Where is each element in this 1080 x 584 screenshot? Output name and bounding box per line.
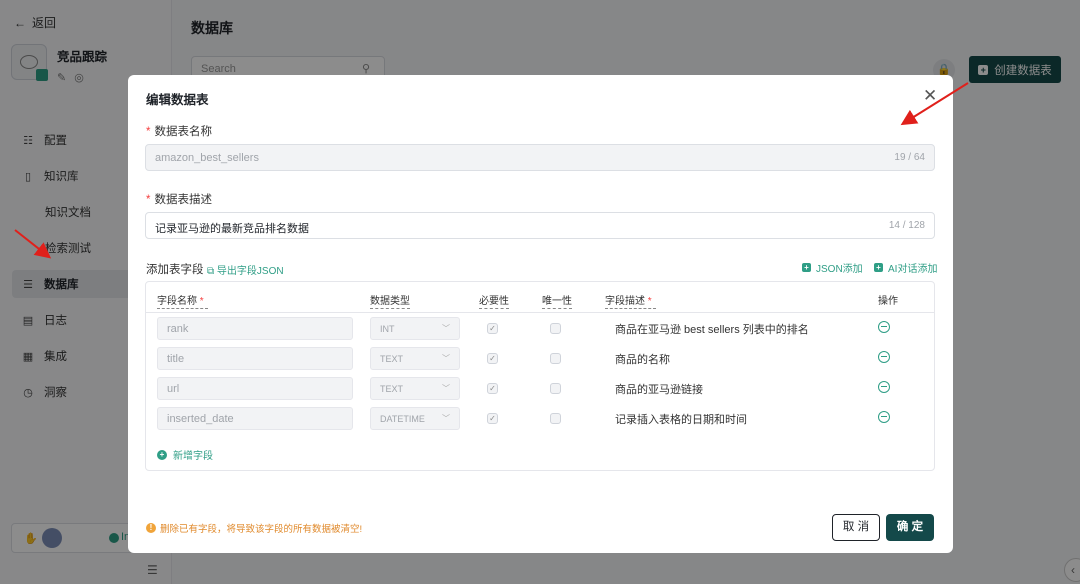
column-header-name: 字段名称 * <box>157 292 208 309</box>
export-json-link[interactable]: ⧉ 导出字段JSON <box>207 262 284 277</box>
chevron-down-icon: ﹀ <box>442 323 450 334</box>
unique-checkbox[interactable] <box>550 383 561 394</box>
add-fields-label: 添加表字段 <box>146 261 204 277</box>
field-name-input[interactable]: title <box>157 347 353 370</box>
remove-field-icon[interactable] <box>878 351 890 363</box>
table-desc-field[interactable]: 记录亚马逊的最新竞品排名数据 14 / 128 <box>145 212 935 239</box>
confirm-button[interactable]: 确 定 <box>886 514 934 541</box>
table-name-value: amazon_best_sellers <box>155 152 259 164</box>
field-name-input[interactable]: rank <box>157 317 353 340</box>
plus-circle-icon: + <box>157 450 167 460</box>
fields-table: 字段名称 * 数据类型 必要性 唯一性 字段描述 * 操作 rank INT﹀ … <box>145 281 935 471</box>
json-add-button[interactable]: + JSON添加 <box>802 260 863 275</box>
required-checkbox[interactable]: ✓ <box>487 413 498 424</box>
field-name-input[interactable]: inserted_date <box>157 407 353 430</box>
external-link-icon: ⧉ <box>207 266 214 277</box>
unique-checkbox[interactable] <box>550 413 561 424</box>
required-checkbox[interactable]: ✓ <box>487 353 498 364</box>
required-checkbox[interactable]: ✓ <box>487 323 498 334</box>
field-type-select[interactable]: TEXT﹀ <box>370 377 460 400</box>
table-desc-value: 记录亚马逊的最新竞品排名数据 <box>155 223 309 235</box>
table-name-count: 19 / 64 <box>894 152 925 163</box>
table-row: rank INT﹀ ✓ 商品在亚马逊 best sellers 列表中的排名 <box>146 313 934 343</box>
field-type-select[interactable]: DATETIME﹀ <box>370 407 460 430</box>
unique-checkbox[interactable] <box>550 323 561 334</box>
field-name-input[interactable]: url <box>157 377 353 400</box>
edit-table-modal: 编辑数据表 ✕ *数据表名称 amazon_best_sellers 19 / … <box>128 75 953 553</box>
table-name-label: *数据表名称 <box>146 123 212 139</box>
column-header-action: 操作 <box>878 292 898 307</box>
column-header-unique: 唯一性 <box>542 292 572 309</box>
table-desc-label: *数据表描述 <box>146 191 212 207</box>
plus-icon: + <box>874 263 883 272</box>
required-checkbox[interactable]: ✓ <box>487 383 498 394</box>
remove-field-icon[interactable] <box>878 411 890 423</box>
table-name-field[interactable]: amazon_best_sellers 19 / 64 <box>145 144 935 171</box>
modal-title: 编辑数据表 <box>146 89 209 108</box>
chevron-down-icon: ﹀ <box>442 383 450 394</box>
field-type-select[interactable]: INT﹀ <box>370 317 460 340</box>
delete-warning: ! 删除已有字段，将导致该字段的所有数据被清空! <box>146 521 362 535</box>
table-row: title TEXT﹀ ✓ 商品的名称 <box>146 343 934 373</box>
remove-field-icon[interactable] <box>878 381 890 393</box>
unique-checkbox[interactable] <box>550 353 561 364</box>
ai-add-button[interactable]: + AI对话添加 <box>874 260 937 275</box>
field-desc[interactable]: 记录插入表格的日期和时间 <box>615 411 747 427</box>
field-type-select[interactable]: TEXT﹀ <box>370 347 460 370</box>
close-icon[interactable]: ✕ <box>923 86 937 106</box>
column-header-desc: 字段描述 * <box>605 292 656 309</box>
field-desc[interactable]: 商品的亚马逊链接 <box>615 381 703 397</box>
add-field-button[interactable]: + 新增字段 <box>157 447 213 462</box>
chevron-down-icon: ﹀ <box>442 413 450 424</box>
cancel-button[interactable]: 取 消 <box>832 514 880 541</box>
column-header-type: 数据类型 <box>370 292 410 309</box>
remove-field-icon[interactable] <box>878 321 890 333</box>
table-row: url TEXT﹀ ✓ 商品的亚马逊链接 <box>146 373 934 403</box>
field-desc[interactable]: 商品的名称 <box>615 351 670 367</box>
chevron-down-icon: ﹀ <box>442 353 450 364</box>
column-header-required: 必要性 <box>479 292 509 309</box>
table-desc-count: 14 / 128 <box>889 220 925 231</box>
plus-icon: + <box>802 263 811 272</box>
field-desc[interactable]: 商品在亚马逊 best sellers 列表中的排名 <box>615 321 809 337</box>
table-row: inserted_date DATETIME﹀ ✓ 记录插入表格的日期和时间 <box>146 403 934 433</box>
warning-icon: ! <box>146 523 156 533</box>
